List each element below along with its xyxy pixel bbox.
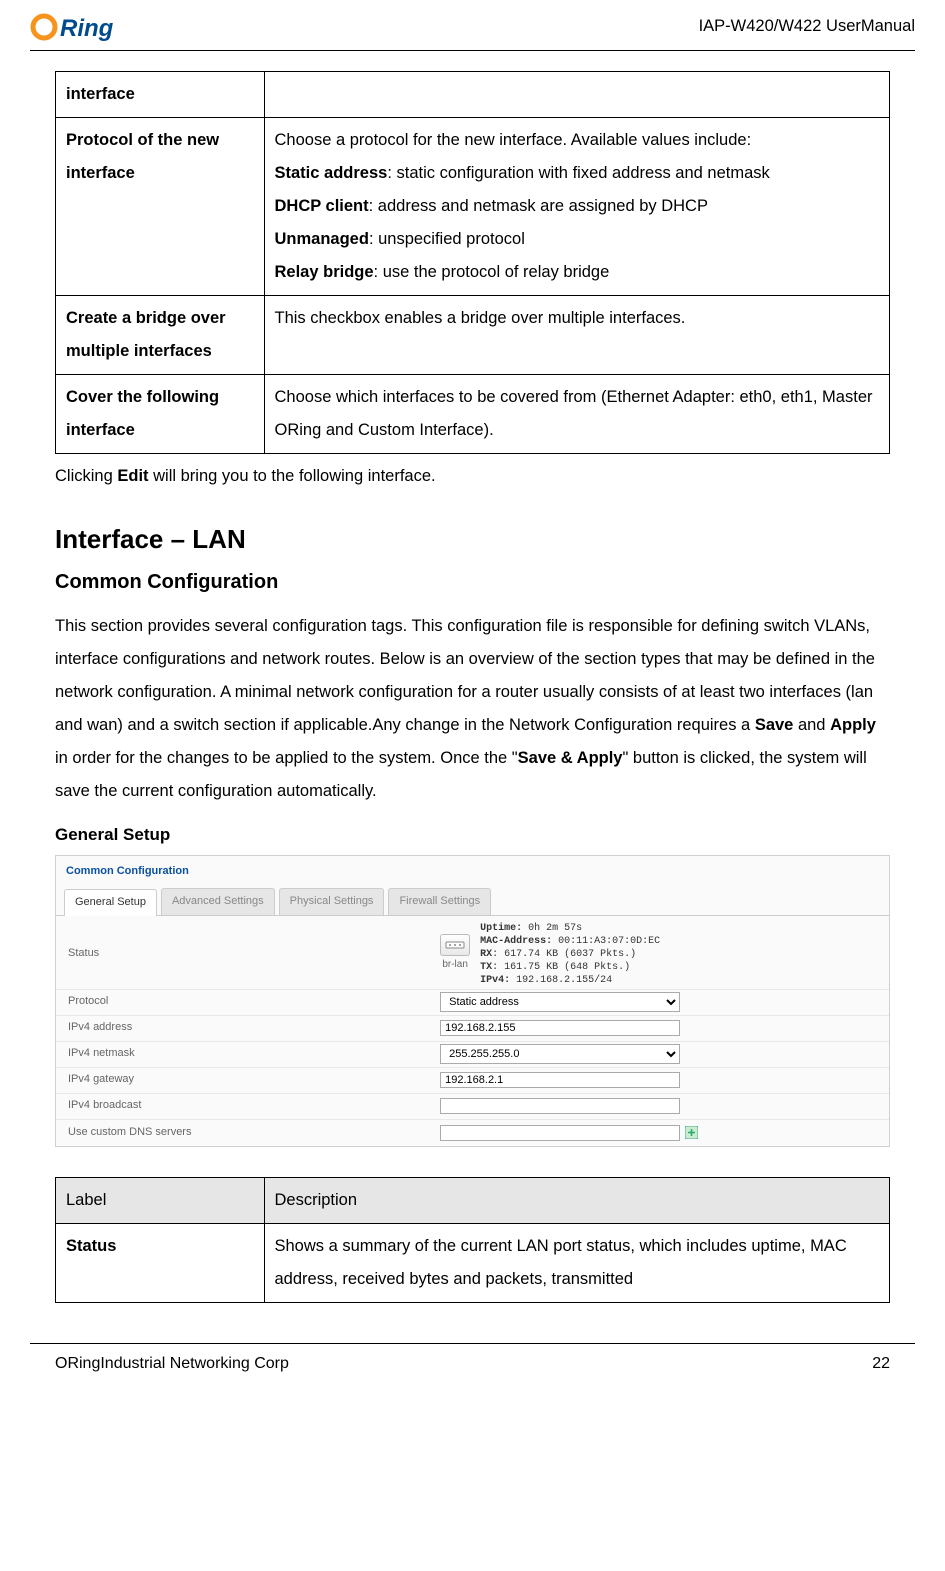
device-badge: br-lan	[440, 934, 470, 974]
page-header: Ring IAP-W420/W422 UserManual	[0, 0, 945, 44]
ipv4-gateway-row: IPv4 gateway	[56, 1068, 889, 1094]
ipv4-broadcast-input[interactable]	[440, 1098, 680, 1114]
add-icon[interactable]	[684, 1126, 698, 1140]
table-row-label: Status	[56, 1223, 265, 1302]
footer-page-number: 22	[872, 1350, 890, 1379]
protocol-desc: : address and netmask are assigned by DH…	[369, 197, 708, 215]
tab-row: General Setup Advanced Settings Physical…	[56, 884, 889, 916]
subsection-title: Common Configuration	[55, 564, 890, 600]
field-label: IPv4 broadcast	[68, 1096, 440, 1116]
table-row-desc	[264, 72, 890, 118]
mac-value: 00:11:A3:07:0D:EC	[558, 936, 660, 947]
panel-title: Common Configuration	[56, 856, 889, 884]
ipv4-netmask-select[interactable]: 255.255.255.0	[440, 1044, 680, 1064]
protocol-name: Relay bridge	[275, 263, 374, 281]
uptime-value: 0h 2m 57s	[528, 923, 582, 934]
ipv4-address-row: IPv4 address	[56, 1016, 889, 1042]
uptime-key: Uptime:	[480, 923, 522, 934]
config-body: Status br-lan Uptime: 0h 2m 57s MAC-Addr…	[56, 916, 889, 1146]
field-label: IPv4 netmask	[68, 1044, 440, 1064]
protocol-desc: : static configuration with fixed addres…	[387, 164, 769, 182]
status-details: Uptime: 0h 2m 57s MAC-Address: 00:11:A3:…	[480, 922, 660, 987]
logo: Ring	[30, 10, 140, 44]
table-row-desc: This checkbox enables a bridge over mult…	[264, 296, 890, 375]
tx-value: : 161.75 KB (648 Pkts.)	[492, 962, 630, 973]
table-header-label: Label	[56, 1177, 265, 1223]
table-row-desc: Choose which interfaces to be covered fr…	[264, 375, 890, 454]
interface-options-table: interface Protocol of the new interface …	[55, 71, 890, 454]
tab-firewall-settings[interactable]: Firewall Settings	[388, 888, 491, 915]
table-header-description: Description	[264, 1177, 890, 1223]
table-row-desc: Choose a protocol for the new interface.…	[264, 118, 890, 296]
page-footer: ORingIndustrial Networking Corp 22	[0, 1344, 945, 1399]
text-fragment: This section provides several configurat…	[55, 617, 875, 734]
tab-physical-settings[interactable]: Physical Settings	[279, 888, 385, 915]
protocol-desc: : unspecified protocol	[369, 230, 525, 248]
ipv4-key: IPv4:	[480, 975, 510, 986]
edit-keyword: Edit	[117, 467, 148, 485]
protocol-select[interactable]: Static address	[440, 992, 680, 1012]
desc-intro: Choose a protocol for the new interface.…	[275, 131, 752, 149]
text-fragment: will bring you to the following interfac…	[149, 467, 436, 485]
section-description: This section provides several configurat…	[55, 610, 890, 808]
edit-instruction: Clicking Edit will bring you to the foll…	[55, 462, 890, 492]
save-keyword: Save	[755, 716, 794, 734]
bridge-icon	[440, 934, 470, 956]
save-apply-keyword: Save & Apply	[518, 749, 623, 767]
table-row-label: Create a bridge over multiple interfaces	[56, 296, 265, 375]
dns-row: Use custom DNS servers	[56, 1120, 889, 1146]
table-row-label: Protocol of the new interface	[56, 118, 265, 296]
mac-key: MAC-Address:	[480, 936, 552, 947]
table-row-desc: Shows a summary of the current LAN port …	[264, 1223, 890, 1302]
footer-company: ORingIndustrial Networking Corp	[55, 1350, 289, 1379]
protocol-name: Unmanaged	[275, 230, 369, 248]
section-title: Interface – LAN	[55, 516, 890, 563]
text-fragment: Clicking	[55, 467, 117, 485]
label-description-table: Label Description Status Shows a summary…	[55, 1177, 890, 1303]
svg-text:Ring: Ring	[60, 15, 114, 42]
protocol-name: Static address	[275, 164, 388, 182]
device-name: br-lan	[442, 956, 468, 974]
oring-logo-icon: Ring	[30, 10, 140, 44]
tab-advanced-settings[interactable]: Advanced Settings	[161, 888, 275, 915]
field-label: IPv4 address	[68, 1018, 440, 1038]
rx-key: RX	[480, 949, 492, 960]
ipv4-value: 192.168.2.155/24	[516, 975, 612, 986]
status-row: Status br-lan Uptime: 0h 2m 57s MAC-Addr…	[56, 920, 889, 990]
field-label: IPv4 gateway	[68, 1070, 440, 1090]
table-row-label: interface	[56, 72, 265, 118]
field-label: Protocol	[68, 992, 440, 1012]
ipv4-gateway-input[interactable]	[440, 1072, 680, 1088]
doc-title: IAP-W420/W422 UserManual	[699, 12, 915, 42]
status-label: Status	[68, 944, 440, 964]
table-row-label: Cover the following interface	[56, 375, 265, 454]
ipv4-netmask-row: IPv4 netmask 255.255.255.0	[56, 1042, 889, 1068]
dns-input[interactable]	[440, 1125, 680, 1141]
text-fragment: and	[793, 716, 830, 734]
rx-value: : 617.74 KB (6037 Pkts.)	[492, 949, 636, 960]
config-panel: Common Configuration General Setup Advan…	[55, 855, 890, 1147]
protocol-name: DHCP client	[275, 197, 369, 215]
field-label: Use custom DNS servers	[68, 1123, 440, 1143]
tx-key: TX	[480, 962, 492, 973]
general-setup-heading: General Setup	[55, 820, 890, 851]
text-fragment: in order for the changes to be applied t…	[55, 749, 518, 767]
protocol-row: Protocol Static address	[56, 990, 889, 1016]
tab-general-setup[interactable]: General Setup	[64, 889, 157, 916]
ipv4-address-input[interactable]	[440, 1020, 680, 1036]
protocol-desc: : use the protocol of relay bridge	[374, 263, 610, 281]
ipv4-broadcast-row: IPv4 broadcast	[56, 1094, 889, 1120]
apply-keyword: Apply	[830, 716, 876, 734]
